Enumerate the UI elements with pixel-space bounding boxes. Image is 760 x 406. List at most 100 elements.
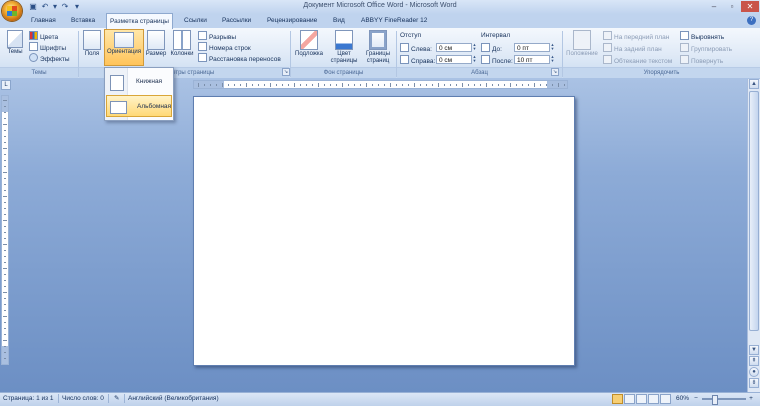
tab-home[interactable]: Главная [28,15,59,27]
theme-fonts-button[interactable]: Шрифты [29,42,66,52]
vruler-tick [3,196,7,197]
ruler-tick [534,83,535,87]
outline-view-icon[interactable] [648,394,659,404]
maximize-button[interactable]: ▫ [723,1,741,12]
group-button[interactable]: Группировать [680,43,732,53]
bring-to-front-button[interactable]: На передний план [603,31,669,41]
ruler-tick [228,84,229,86]
ruler-tick [264,84,265,86]
close-button[interactable]: ✕ [741,1,759,12]
horizontal-ruler[interactable] [193,80,568,89]
vruler-tick [4,322,6,323]
hyphenation-label: Расстановка переносов [209,56,281,63]
spacing-before-spinner[interactable]: ▲ ▼ [550,43,555,52]
status-language[interactable]: Английский (Великобритания) [128,394,219,404]
document-page[interactable] [193,96,575,366]
page-setup-launcher-icon[interactable]: ↘ [282,68,290,76]
office-button[interactable] [2,1,22,21]
theme-colors-button[interactable]: Цвета [29,31,58,41]
vertical-scrollbar[interactable]: ▲ ▼ ⇞ ● ⇟ [747,79,760,392]
zoom-out-icon[interactable]: − [692,394,700,404]
ruler-tick [486,83,487,87]
prev-page-icon[interactable]: ⇞ [749,356,759,366]
ruler-tick [510,83,511,87]
tab-insert[interactable]: Вставка [68,15,98,27]
help-icon[interactable]: ? [747,16,756,25]
rotate-button[interactable]: Повернуть [680,55,723,65]
page-borders-button[interactable]: Границы страниц [361,29,395,65]
ruler-tick [384,84,385,86]
margins-button[interactable]: Поля [82,29,102,65]
full-screen-reading-icon[interactable] [624,394,635,404]
scroll-down-icon[interactable]: ▼ [749,345,759,355]
spacing-after-spinner[interactable]: ▲ ▼ [550,55,555,64]
tab-abbyy[interactable]: ABBYY FineReader 12 [358,15,430,27]
ruler-tick [540,84,541,86]
vruler-tick [3,148,7,149]
group-label-themes: Темы [0,67,78,78]
page-color-button[interactable]: Цвет страницы [327,29,361,65]
zoom-in-icon[interactable]: + [747,394,755,404]
ruler-tick [468,84,469,86]
status-word-count[interactable]: Число слов: 0 [62,394,104,404]
tab-mailings[interactable]: Рассылки [219,15,254,27]
status-page-count[interactable]: Страница: 1 из 1 [3,394,54,404]
tab-review[interactable]: Рецензирование [264,15,320,27]
indent-right-spinner[interactable]: ▲ ▼ [472,55,477,64]
browse-object-icon[interactable]: ● [749,367,759,377]
zoom-slider-thumb[interactable] [712,395,718,405]
hyphenation-button[interactable]: Расстановка переносов [198,53,281,63]
tab-page-layout[interactable]: Разметка страницы [106,13,173,29]
orientation-button[interactable]: Ориентация [104,29,144,65]
next-page-icon[interactable]: ⇟ [749,378,759,388]
paragraph-launcher-icon[interactable]: ↘ [551,68,559,76]
minimize-button[interactable]: – [705,1,723,12]
text-wrapping-button[interactable]: Обтекание текстом [603,55,672,65]
status-separator [108,394,109,403]
tab-view[interactable]: Вид [330,15,348,27]
spacing-after-label: После: [481,55,513,65]
spacing-before-label: До: [481,43,502,53]
web-layout-icon[interactable] [636,394,647,404]
line-numbers-label: Номера строк [209,45,251,52]
line-numbers-button[interactable]: Номера строк [198,42,251,52]
columns-button[interactable]: Колонки [169,29,195,65]
position-button[interactable]: Положение [564,29,600,65]
breaks-button[interactable]: Разрывы [198,31,236,41]
vruler-tick [4,298,6,299]
orientation-landscape-item[interactable]: Альбомная [106,95,172,117]
vruler-tick [3,340,7,341]
orientation-menu: Книжная Альбомная [104,67,174,121]
orientation-portrait-item[interactable]: Книжная [106,71,172,93]
scroll-up-icon[interactable]: ▲ [749,79,759,89]
indent-left-spinner[interactable]: ▲ ▼ [472,43,477,52]
zoom-slider[interactable] [702,398,746,400]
theme-effects-button[interactable]: Эффекты [29,53,70,63]
spacing-after-field[interactable]: 10 пт [514,55,550,64]
group-icon [680,43,689,52]
send-to-back-button[interactable]: На задний план [603,43,662,53]
ruler-tick [522,84,523,86]
vruler-tick [4,112,6,113]
vertical-ruler[interactable] [1,95,9,365]
tab-references[interactable]: Ссылки [181,15,210,27]
zoom-level[interactable]: 60% [665,394,689,404]
ruler-tick [300,84,301,86]
send-to-back-label: На задний план [614,46,662,53]
size-button[interactable]: Размер [145,29,167,65]
spellcheck-icon[interactable]: ✎ [114,394,119,404]
print-layout-view-icon[interactable] [612,394,623,404]
indent-left-field[interactable]: 0 см [436,43,472,52]
vruler-tick [4,346,6,347]
ruler-tick [234,84,235,86]
ruler-tick [204,84,205,86]
align-button[interactable]: Выровнять [680,31,724,41]
watermark-button[interactable]: Подложка [293,29,325,65]
spacing-before-field[interactable]: 0 пт [514,43,550,52]
indent-header: Отступ [400,32,422,39]
scroll-thumb[interactable] [749,91,759,331]
themes-button[interactable]: Темы [4,29,26,65]
tab-selector[interactable]: L [1,80,11,90]
vruler-tick [4,190,6,191]
indent-right-field[interactable]: 0 см [436,55,472,64]
